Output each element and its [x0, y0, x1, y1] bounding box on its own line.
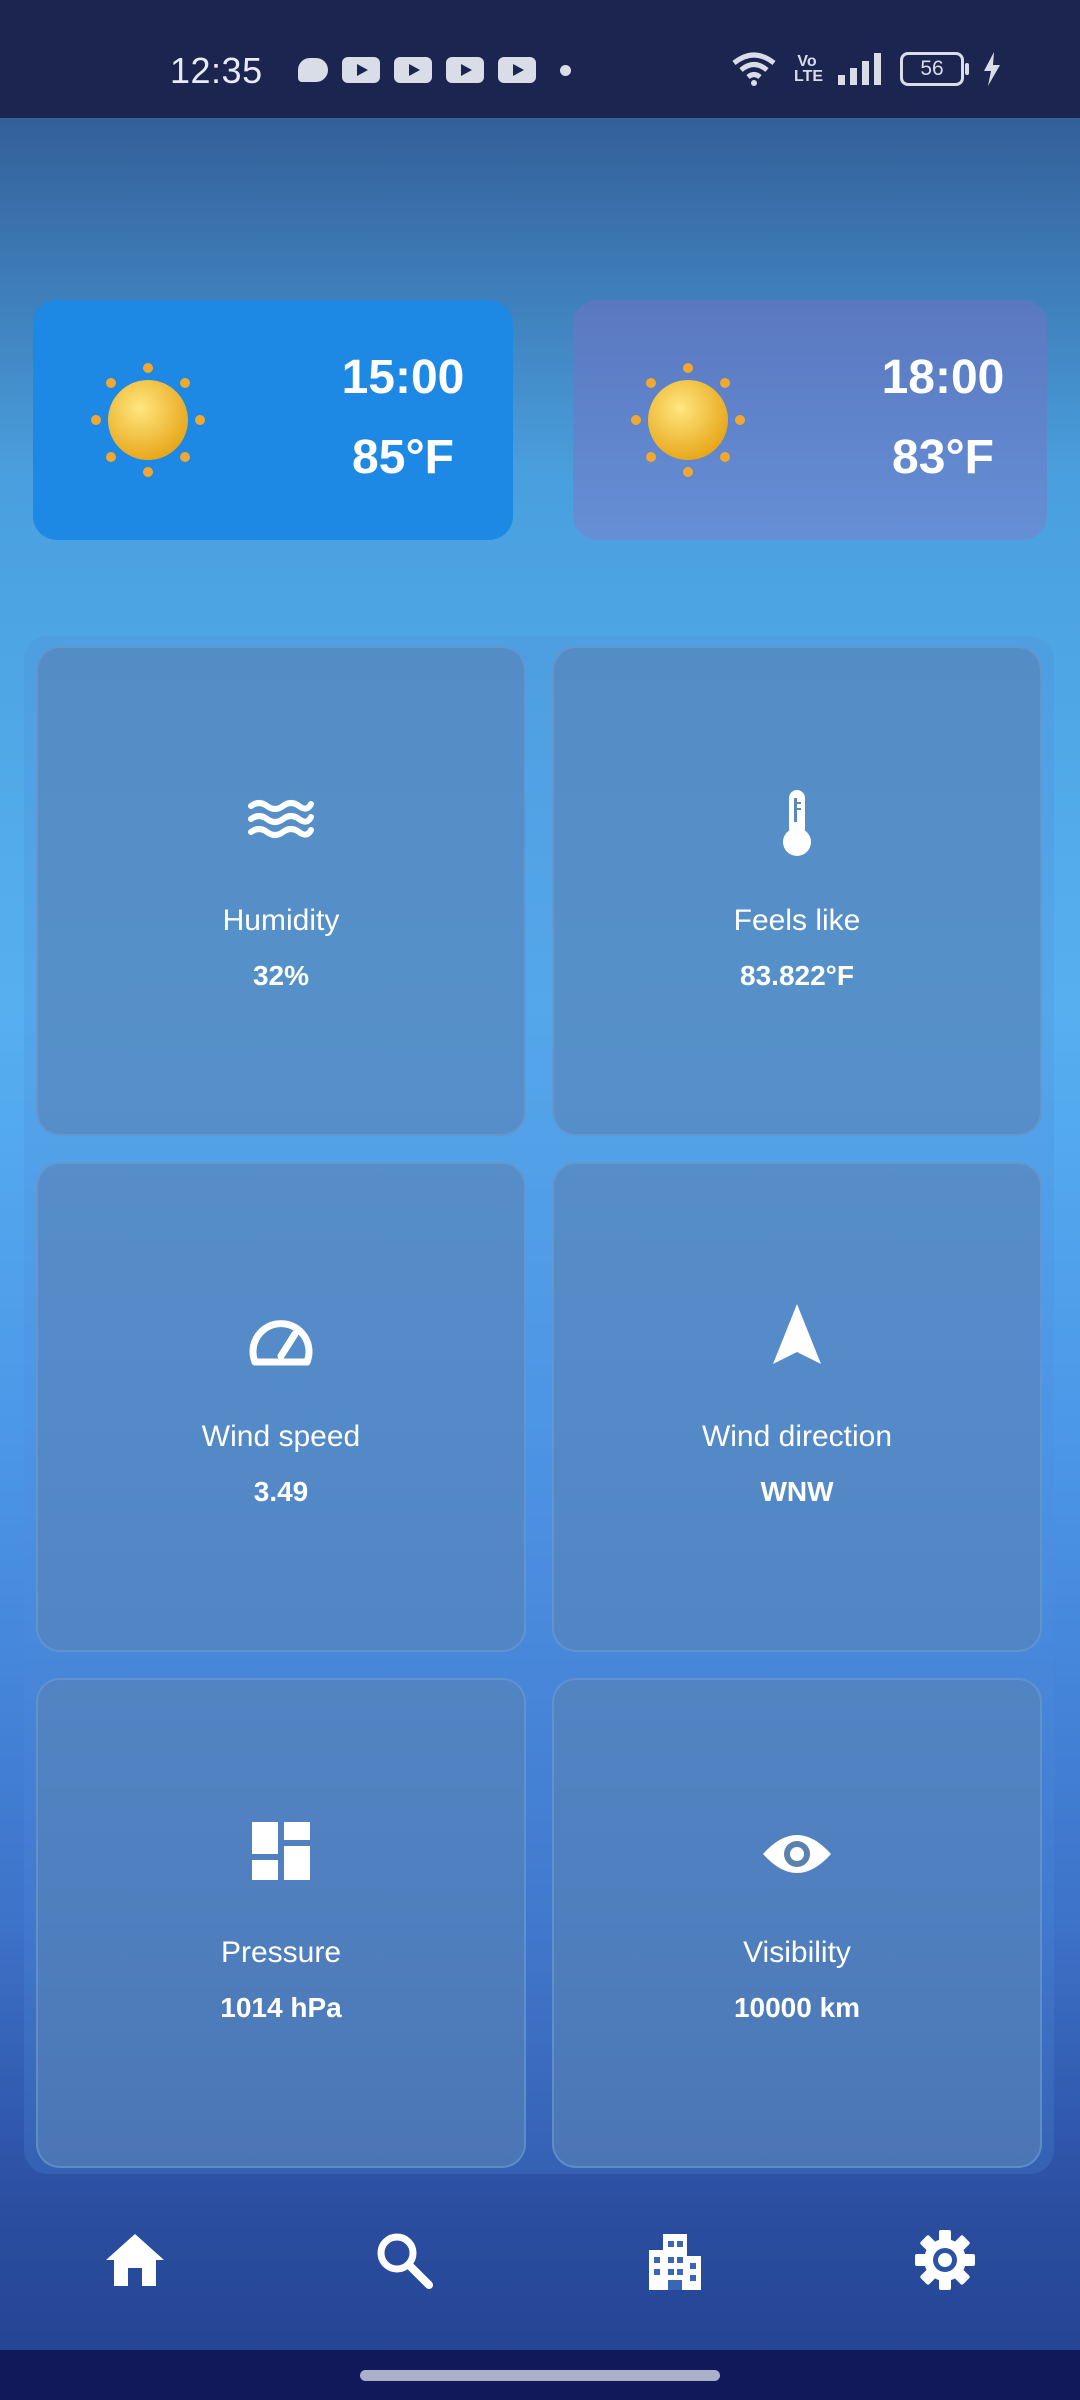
detail-value: 1014 hPa	[220, 1992, 342, 2023]
waves-icon	[248, 800, 314, 838]
system-icons: Vo LTE 56	[732, 52, 1002, 86]
forecast-card-1800[interactable]: 18:00 83°F	[573, 300, 1047, 540]
signal-icon	[838, 53, 881, 85]
search-icon	[377, 2233, 433, 2289]
gesture-navigation-bar	[0, 2350, 1080, 2400]
nav-cities-button[interactable]	[634, 2220, 714, 2300]
detail-value: WNW	[760, 1476, 834, 1507]
wind-direction-tile: Wind direction WNW	[552, 1162, 1042, 1652]
sun-icon	[631, 363, 745, 477]
nav-home-button[interactable]	[95, 2220, 175, 2300]
eye-icon	[763, 1835, 831, 1873]
weather-details-panel: Humidity 32% Feels like 83.822°F Wind sp…	[24, 636, 1054, 2174]
gear-icon	[915, 2230, 975, 2290]
detail-label: Wind direction	[701, 1420, 893, 1453]
battery-icon: 56	[900, 52, 969, 86]
status-bar: 12:35 Vo LTE 56	[0, 0, 1080, 118]
forecast-card-1500[interactable]: 15:00 85°F	[33, 300, 513, 540]
youtube-icon	[446, 57, 484, 83]
speedometer-icon	[249, 1320, 313, 1366]
home-icon	[106, 2234, 164, 2286]
humidity-tile: Humidity 32%	[36, 646, 526, 1136]
youtube-icon	[394, 57, 432, 83]
charging-bolt-icon	[984, 52, 1000, 86]
gesture-handle[interactable]	[360, 2370, 720, 2381]
detail-value: 3.49	[253, 1476, 309, 1507]
nav-settings-button[interactable]	[905, 2220, 985, 2300]
bottom-navigation	[0, 2190, 1080, 2350]
sun-icon	[91, 363, 205, 477]
detail-label: Visibility	[743, 1936, 851, 1969]
detail-value: 83.822°F	[740, 960, 854, 991]
notification-icons	[298, 57, 571, 83]
detail-label: Humidity	[222, 904, 340, 937]
nav-search-button[interactable]	[364, 2220, 444, 2300]
wind-speed-tile: Wind speed 3.49	[36, 1162, 526, 1652]
city-icon	[649, 2234, 701, 2290]
detail-label: Wind speed	[201, 1420, 361, 1453]
visibility-tile: Visibility 10000 km	[552, 1678, 1042, 2168]
forecast-time: 18:00	[881, 351, 1005, 404]
youtube-icon	[342, 57, 380, 83]
forecast-temp: 85°F	[352, 431, 454, 484]
youtube-icon	[498, 57, 536, 83]
navigation-arrow-icon	[773, 1304, 821, 1364]
status-time: 12:35	[170, 50, 263, 91]
forecast-temp: 83°F	[892, 431, 994, 484]
pressure-tile: Pressure 1014 hPa	[36, 1678, 526, 2168]
more-notifications-dot-icon	[560, 64, 571, 76]
chat-bubble-icon	[298, 58, 328, 82]
dashboard-icon	[252, 1822, 310, 1880]
wifi-icon	[732, 52, 776, 86]
detail-label: Pressure	[220, 1936, 342, 1969]
detail-label: Feels like	[733, 904, 861, 937]
feels-like-tile: Feels like 83.822°F	[552, 646, 1042, 1136]
detail-value: 10000 km	[733, 1992, 861, 2023]
detail-value: 32%	[252, 960, 310, 991]
volte-icon: Vo LTE	[794, 53, 824, 85]
forecast-time: 15:00	[341, 351, 465, 404]
thermometer-icon	[783, 790, 811, 856]
